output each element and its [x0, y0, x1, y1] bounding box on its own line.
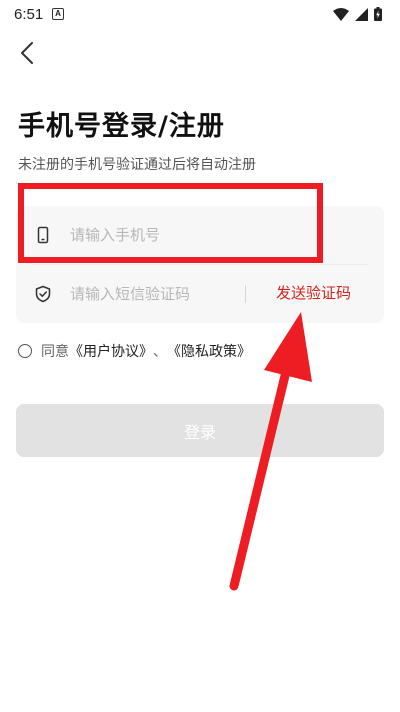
agreement-separator: 、 — [153, 344, 167, 360]
sms-code-input[interactable] — [70, 279, 240, 309]
user-agreement-link[interactable]: 《用户协议》 — [69, 341, 153, 361]
agreement-prefix: 同意 — [41, 344, 69, 360]
code-row: 发送验证码 — [16, 265, 384, 323]
login-button[interactable]: 登录 — [16, 404, 384, 457]
page-subtitle: 未注册的手机号验证通过后将自动注册 — [18, 157, 256, 173]
agreement-radio[interactable] — [18, 344, 32, 358]
notification-icon: A — [52, 8, 64, 20]
chevron-left-icon — [21, 42, 33, 64]
code-separator — [245, 285, 246, 303]
status-time: 6:51 — [14, 6, 44, 23]
page-title: 手机号登录/注册 — [18, 111, 225, 142]
send-code-button[interactable]: 发送验证码 — [276, 282, 351, 303]
signal-icon — [355, 7, 368, 21]
status-icons — [333, 6, 382, 22]
status-bar: 6:51 A — [0, 0, 400, 30]
shield-check-icon — [35, 285, 51, 303]
wifi-icon — [333, 7, 349, 21]
back-button[interactable] — [12, 38, 42, 68]
agreement-row: 同意 《用户协议》 、 《隐私政策》 — [18, 341, 251, 361]
privacy-policy-link[interactable]: 《隐私政策》 — [167, 341, 251, 361]
battery-icon — [374, 7, 382, 21]
annotation-highlight-box — [18, 183, 323, 263]
